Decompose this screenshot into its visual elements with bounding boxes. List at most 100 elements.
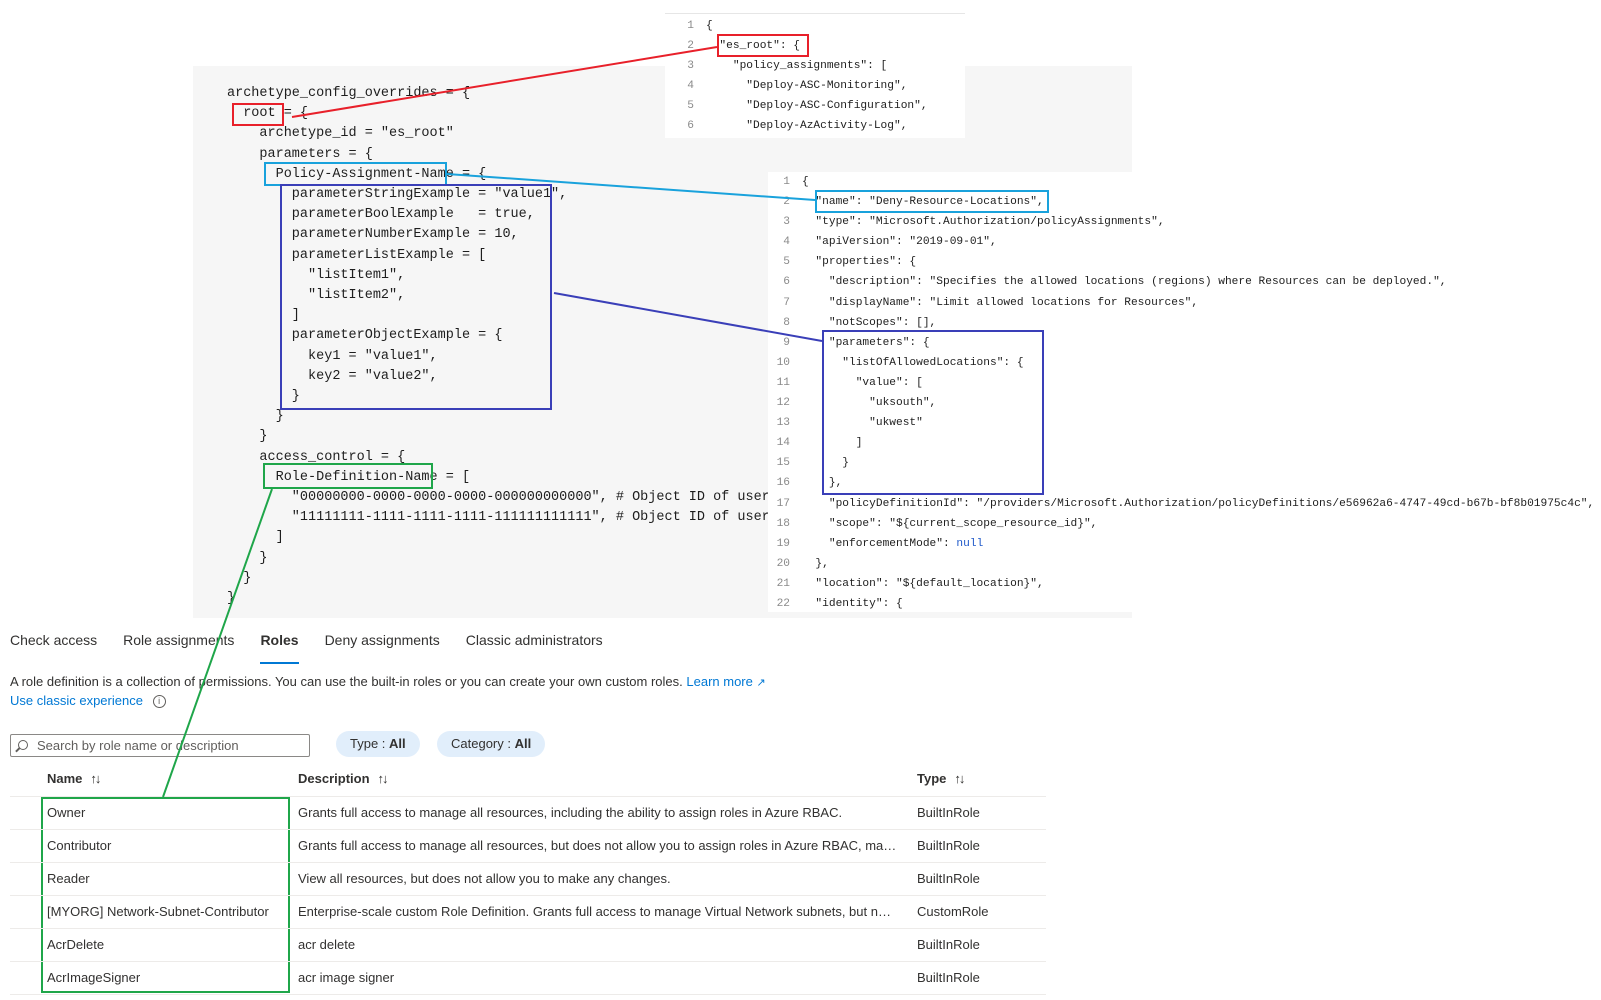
table-row[interactable]: Reader View all resources, but does not a…: [10, 863, 1046, 896]
column-header-description[interactable]: Description ↑↓: [298, 763, 898, 795]
role-type: BuiltInRole: [917, 838, 980, 853]
external-link-icon: ↗: [756, 677, 766, 689]
role-name[interactable]: [MYORG] Network-Subnet-Contributor: [47, 896, 292, 928]
line-text: "es_root": {: [706, 40, 800, 53]
sort-icon: ↑↓: [954, 771, 965, 786]
hcl-code-line: parameterStringExample = "value1",: [227, 187, 568, 203]
table-header: Name ↑↓ Description ↑↓ Type ↑↓: [10, 763, 1046, 797]
json-code-line: 11 "value": [: [768, 373, 1594, 393]
json-code-line: 7 "displayName": "Limit allowed location…: [768, 293, 1594, 313]
hcl-code-line: }: [227, 591, 236, 607]
line-number: 7: [783, 296, 790, 309]
role-type: BuiltInRole: [917, 805, 980, 820]
line-number: 10: [776, 356, 790, 369]
line-number: 19: [776, 537, 790, 550]
hcl-code-line: ]: [227, 308, 300, 324]
role-name[interactable]: AcrImageSigner: [47, 962, 292, 994]
table-row[interactable]: Contributor Grants full access to manage …: [10, 830, 1046, 863]
line-number: 15: [776, 457, 790, 470]
hcl-code-line: access_control = {: [227, 449, 406, 465]
json-code-line: 12 "uksouth",: [768, 393, 1594, 413]
hcl-code-line: Role-Definition-Name = [: [227, 469, 471, 485]
line-text: ]: [802, 437, 863, 450]
json-code-line: 14 ]: [768, 433, 1594, 453]
hcl-code-line: }: [227, 429, 268, 445]
line-number: 13: [776, 417, 790, 430]
table-row[interactable]: [MYORG] Network-Subnet-Contributor Enterp…: [10, 896, 1046, 929]
hcl-code-line: "listItem2",: [227, 288, 406, 304]
role-name[interactable]: AcrDelete: [47, 929, 292, 961]
line-text: "enforcementMode":: [802, 537, 957, 550]
hcl-code: archetype_config_overrides = { root = { …: [227, 84, 802, 609]
json-code-line: 17 "policyDefinitionId": "/providers/Mic…: [768, 494, 1595, 514]
column-header-type[interactable]: Type ↑↓: [917, 763, 1037, 795]
line-text: "value": [: [802, 376, 923, 389]
tab-roles[interactable]: Roles: [260, 632, 299, 664]
tab-check-access[interactable]: Check access: [10, 632, 97, 656]
line-number: 3: [687, 60, 694, 73]
category-filter-pill[interactable]: Category : All: [437, 731, 546, 757]
role-name[interactable]: Contributor: [47, 830, 292, 862]
intro-description: A role definition is a collection of per…: [10, 674, 683, 689]
line-number: 11: [776, 376, 790, 389]
line-text: "policy_assignments": [: [706, 60, 888, 73]
line-number: 6: [783, 276, 790, 289]
json-code-line: 3 "policy_assignments": [: [672, 56, 928, 76]
hcl-code-line: "listItem1",: [227, 267, 406, 283]
tab-classic-administrators[interactable]: Classic administrators: [466, 632, 603, 656]
hcl-code-line: parameterNumberExample = 10,: [227, 227, 519, 243]
tab-bar: Check access Role assignments Roles Deny…: [10, 632, 629, 664]
json-code-line: 1{: [768, 172, 1594, 192]
json-code-line: 13 "ukwest": [768, 413, 1594, 433]
category-filter-label: Category :: [451, 736, 515, 751]
line-text: "parameters": {: [802, 336, 930, 349]
json-code-line: 19 "enforcementMode": null: [768, 534, 1594, 554]
role-name[interactable]: Reader: [47, 863, 292, 895]
hcl-code-line: "00000000-0000-0000-0000-000000000000", …: [227, 490, 803, 506]
line-number: 4: [783, 236, 790, 249]
hcl-code-line: parameterListExample = [: [227, 247, 487, 263]
line-text: "Deploy-ASC-Monitoring",: [706, 80, 908, 93]
line-text: "name": "Deny-Resource-Locations",: [802, 196, 1044, 209]
tab-deny-assignments[interactable]: Deny assignments: [325, 632, 440, 656]
line-text: "notScopes": [],: [802, 316, 937, 329]
info-icon[interactable]: i: [152, 695, 166, 709]
role-type: BuiltInRole: [917, 871, 980, 886]
type-filter-pill[interactable]: Type : All: [336, 731, 420, 757]
line-text: {: [706, 20, 713, 32]
role-type: BuiltInRole: [917, 970, 980, 985]
role-description: Enterprise-scale custom Role Definition.…: [298, 904, 898, 919]
column-header-name[interactable]: Name ↑↓: [47, 763, 292, 795]
hcl-code-line: "11111111-1111-1111-1111-111111111111", …: [227, 510, 803, 526]
line-number: 17: [776, 497, 790, 510]
table-row[interactable]: AcrImageSigner acr image signer BuiltInRol…: [10, 962, 1046, 995]
line-number: 1: [687, 20, 694, 32]
search-input[interactable]: Search by role name or description: [10, 734, 310, 757]
json-code-line: 5 "properties": {: [768, 252, 1594, 272]
learn-more-link[interactable]: Learn more ↗: [686, 674, 765, 689]
line-text: "properties": {: [802, 256, 917, 269]
use-classic-experience-link[interactable]: Use classic experience: [10, 693, 143, 708]
table-row[interactable]: Owner Grants full access to manage all re…: [10, 797, 1046, 830]
hcl-code-line: key2 = "value2",: [227, 368, 438, 384]
type-filter-label: Type :: [350, 736, 390, 751]
tab-role-assignments[interactable]: Role assignments: [123, 632, 234, 656]
json-code-line: 2 "name": "Deny-Resource-Locations",: [768, 192, 1594, 212]
line-text: "Deploy-AzActivity-Log",: [706, 120, 908, 133]
hcl-code-line: key1 = "value1",: [227, 348, 438, 364]
hcl-code-line: ]: [227, 530, 284, 546]
hcl-code-line: }: [227, 409, 284, 425]
line-number: 20: [776, 557, 790, 570]
line-number: 2: [783, 196, 790, 209]
role-name[interactable]: Owner: [47, 797, 292, 829]
hcl-code-line: parameters = {: [227, 146, 373, 162]
sort-icon: ↑↓: [377, 771, 389, 786]
type-filter-value: All: [389, 736, 406, 751]
json-top-code: 1{2 "es_root": {3 "policy_assignments": …: [672, 16, 928, 137]
search-placeholder: Search by role name or description: [37, 738, 239, 753]
json-code-line: 6 "description": "Specifies the allowed …: [768, 272, 1594, 292]
line-text: "uksouth",: [802, 397, 937, 410]
table-row[interactable]: AcrDelete acr delete BuiltInRole: [10, 929, 1046, 962]
role-description: acr delete: [298, 937, 356, 952]
hcl-code-line: }: [227, 389, 300, 405]
